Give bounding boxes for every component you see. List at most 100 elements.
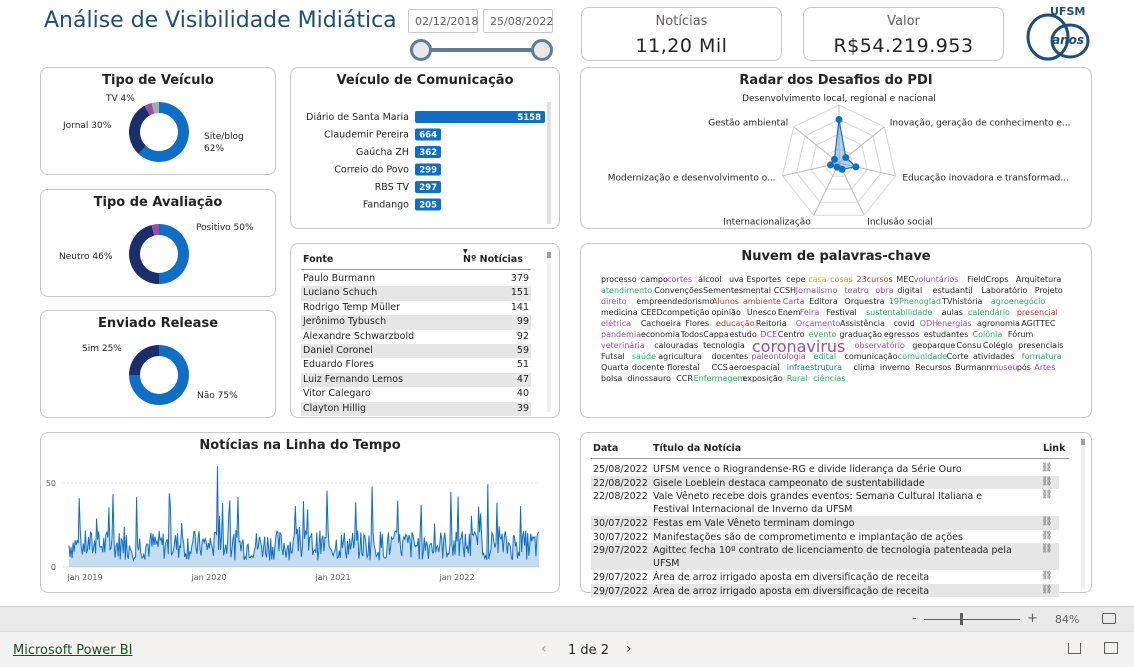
cloud-word[interactable]: Jornalismo	[796, 287, 838, 295]
link-icon[interactable]: ⛓	[1041, 530, 1052, 543]
cloud-word[interactable]: florestal	[667, 364, 699, 372]
cloud-word[interactable]: Sementes	[703, 287, 743, 295]
cloud-word[interactable]: dinossauro	[627, 375, 671, 383]
enviado-release-slice-sim[interactable]	[129, 345, 159, 375]
table-row[interactable]: 29/07/2022 Área de arroz irrigado aposta …	[591, 570, 1059, 584]
cloud-word[interactable]: aulas	[942, 309, 963, 317]
cloud-word[interactable]: cortes	[667, 276, 692, 284]
cloud-word[interactable]: exposição	[742, 375, 782, 383]
cloud-word[interactable]: comunidade	[898, 353, 947, 361]
prev-page-icon[interactable]: ‹	[541, 641, 547, 657]
cloud-word[interactable]: aeroespacial	[729, 364, 780, 372]
date-start-input[interactable]: 02/12/2018	[408, 9, 478, 33]
cloud-word[interactable]: MEC	[896, 276, 914, 284]
table-row[interactable]: Eduardo Flores 51	[301, 358, 531, 373]
cloud-word[interactable]: economia	[641, 331, 680, 339]
link-icon[interactable]: ⛓	[1041, 584, 1052, 597]
cloud-word[interactable]: veterinária	[601, 342, 645, 350]
cloud-word[interactable]: infraestrutura	[787, 364, 842, 372]
table-row[interactable]: 30/07/2022 Festas em Vale Vêneto terminam…	[591, 516, 1059, 530]
tipo-avaliacao-slice-positivo[interactable]	[159, 224, 189, 284]
cloud-word[interactable]: casa	[808, 276, 826, 284]
tipo-avaliacao-donut[interactable]	[41, 190, 277, 298]
cloud-word[interactable]: Carta	[783, 298, 805, 306]
fullscreen-icon[interactable]	[1104, 642, 1118, 654]
cloud-word[interactable]: Laboratório	[981, 287, 1027, 295]
cloud-word[interactable]: campo	[641, 276, 668, 284]
cloud-word[interactable]: agroenegócio	[991, 298, 1045, 306]
cloud-word[interactable]: Arquitetura	[1016, 276, 1061, 284]
cloud-word[interactable]: Burmann	[955, 364, 992, 372]
cloud-word[interactable]: processo	[601, 276, 637, 284]
cloud-word[interactable]: ODH	[920, 320, 938, 328]
cloud-word[interactable]: Alunos	[712, 298, 739, 306]
cloud-word[interactable]: 19Phenoglad	[889, 298, 941, 306]
link-icon[interactable]: ⛓	[1041, 516, 1052, 529]
cloud-word[interactable]: geoparque	[912, 342, 955, 350]
cloud-word[interactable]: saúde	[632, 353, 656, 361]
cloud-word[interactable]: Enem	[778, 309, 801, 317]
table-row[interactable]: Paulo Burmann 379	[301, 272, 531, 287]
cloud-word[interactable]: voluntários	[914, 276, 959, 284]
cloud-word[interactable]: Cachoeira	[641, 320, 681, 328]
zoom-slider-track[interactable]	[924, 619, 1020, 620]
table-row[interactable]: 25/08/2022 UFSM vence o Riograndense-RG e…	[591, 462, 1059, 476]
cloud-word[interactable]: atendimento	[601, 287, 652, 295]
cloud-word[interactable]: digital	[897, 287, 922, 295]
table-row[interactable]: Vitor Calegaro 40	[301, 387, 531, 402]
cloud-word[interactable]: Feira	[800, 309, 820, 317]
cloud-word[interactable]: atividades	[973, 353, 1014, 361]
cloud-word[interactable]: docente	[632, 364, 664, 372]
cloud-word[interactable]: empreendedorismo	[636, 298, 714, 306]
cloud-word[interactable]: Consu	[957, 342, 982, 350]
fit-to-page-icon[interactable]	[1102, 613, 1116, 624]
table-row[interactable]: Clayton Hillig 39	[301, 401, 531, 417]
cloud-word[interactable]: clima	[853, 364, 875, 372]
date-end-input[interactable]: 25/08/2022	[483, 9, 553, 33]
cloud-word[interactable]: comunicação	[845, 353, 898, 361]
cloud-word[interactable]: covid	[893, 320, 914, 328]
cloud-word[interactable]: Orquestra	[845, 298, 885, 306]
radar-point[interactable]	[852, 163, 860, 171]
table-row[interactable]: Alexandre Schwarzbold 92	[301, 329, 531, 345]
cloud-word[interactable]: Rural	[787, 375, 808, 383]
cloud-word[interactable]: medicina	[601, 309, 638, 317]
date-slider-end-handle[interactable]	[531, 39, 553, 61]
bar-scrollbar[interactable]	[547, 102, 551, 224]
cloud-word[interactable]: álcool	[698, 276, 722, 284]
cloud-word[interactable]: calendário	[968, 309, 1010, 317]
cloud-word[interactable]: formatura	[1022, 353, 1062, 361]
share-icon[interactable]	[1068, 643, 1081, 654]
zoom-out-button[interactable]: -	[912, 611, 917, 626]
cloud-word[interactable]: Editora	[809, 298, 838, 306]
link-icon[interactable]: ⛓	[1041, 543, 1052, 556]
table-row[interactable]: Rodrigo Temp Müller 141	[301, 300, 531, 316]
cloud-word[interactable]: inverno	[880, 364, 910, 372]
titulo-col-header[interactable]: Título da Notícia	[653, 443, 741, 454]
cloud-word[interactable]: elétrica	[601, 320, 631, 328]
cloud-word[interactable]: docentes	[712, 353, 749, 361]
table-row[interactable]: 29/07/2022 Área de arroz irrigado aposta …	[591, 583, 1059, 597]
cloud-word[interactable]: Festival	[826, 309, 856, 317]
cloud-word[interactable]: AGITTEC	[1021, 320, 1055, 328]
table-row[interactable]: 22/08/2022 Gisele Loeblein destaca campeo…	[591, 475, 1059, 489]
cloud-word[interactable]: Unesco	[747, 309, 776, 317]
link-icon[interactable]: ⛓	[1041, 476, 1052, 489]
cloud-word[interactable]: agronomia	[977, 320, 1020, 328]
cloud-word[interactable]: sustentabilidade	[866, 309, 932, 317]
cloud-word[interactable]: edital	[814, 353, 836, 361]
table-row[interactable]: Jerônimo Tybusch 99	[301, 315, 531, 330]
cloud-word[interactable]: Projeto	[1035, 287, 1063, 295]
cloud-word[interactable]: observatório	[854, 342, 904, 350]
radar-point[interactable]	[835, 116, 843, 123]
radar-point[interactable]	[830, 155, 838, 163]
cloud-word[interactable]: pandemia	[601, 331, 641, 339]
zoom-slider-handle[interactable]	[960, 613, 963, 625]
table-row[interactable]: 30/07/2022 Manifestações são de compromet…	[591, 529, 1059, 543]
cloud-word[interactable]: presencial	[1017, 309, 1058, 317]
cloud-word[interactable]: mental	[743, 287, 771, 295]
cloud-word[interactable]: teatro	[845, 287, 869, 295]
cloud-word[interactable]: FieldCrops	[967, 276, 1008, 284]
radar-point[interactable]	[833, 163, 841, 171]
cloud-word[interactable]: Assistência	[840, 320, 885, 328]
